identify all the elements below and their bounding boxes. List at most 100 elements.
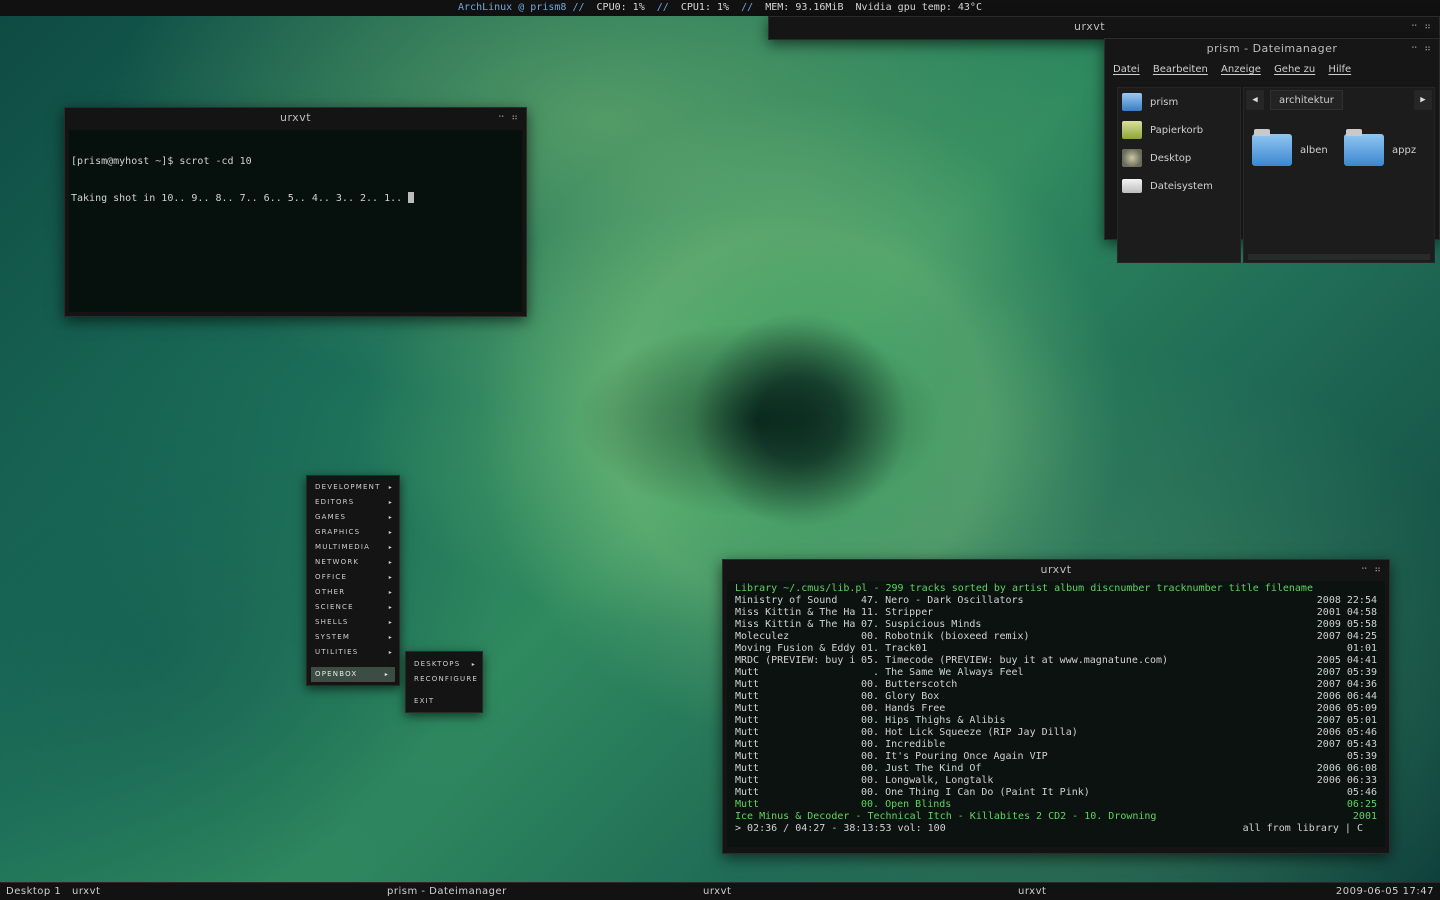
menu-item-exit[interactable]: EXIT — [406, 694, 482, 709]
menu-item-desktops[interactable]: DESKTOPS ▸ — [406, 657, 482, 672]
table-row[interactable]: Mutt 00. Hips Thighs & Alibis 2007 05:01 — [735, 715, 1377, 727]
track-cell: 00. Open Blinds — [861, 799, 952, 810]
menu-item-other[interactable]: OTHER ▸ — [307, 585, 399, 600]
menu-item-graphics[interactable]: GRAPHICS ▸ — [307, 525, 399, 540]
menu-item-reconfigure[interactable]: RECONFIGURE — [406, 672, 482, 687]
menu-item-development[interactable]: DEVELOPMENT ▸ — [307, 480, 399, 495]
menu-item-system[interactable]: SYSTEM ▸ — [307, 630, 399, 645]
table-row[interactable]: Miss Kittin & The Ha 11. Stripper 2001 04:… — [735, 607, 1377, 619]
track-cell: . The Same We Always Feel — [861, 667, 1024, 678]
window-buttons[interactable]: ⠒ ⠶ — [1411, 17, 1433, 37]
table-row[interactable]: Moving Fusion & Eddy 01. Track01 01:01 — [735, 643, 1377, 655]
table-row[interactable]: Mutt 00. One Thing I Can Do (Paint It Pin… — [735, 787, 1377, 799]
window-titlebar[interactable]: urxvt ⠒ ⠶ — [723, 560, 1389, 580]
table-row[interactable]: MRDC (PREVIEW: buy i 05. Timecode (PREVIE… — [735, 655, 1377, 667]
cmus-library-view[interactable]: Library ~/.cmus/lib.pl - 299 tracks sort… — [727, 581, 1385, 847]
window-buttons[interactable]: ⠒ ⠶ — [498, 108, 520, 128]
menu-bar: Datei Bearbeiten Anzeige Gehe zu Hilfe — [1105, 59, 1439, 81]
forward-button[interactable]: ▶ — [1414, 90, 1432, 110]
desktop-indicator[interactable]: Desktop 1 — [6, 883, 61, 900]
table-row[interactable]: Mutt 00. Hands Free 2006 05:09 — [735, 703, 1377, 715]
place-label: Dateisystem — [1150, 180, 1213, 192]
horizontal-scrollbar[interactable] — [1248, 254, 1430, 260]
openbox-root-menu: DEVELOPMENT ▸ EDITORS ▸ GAMES ▸ GRAPHICS ▸ M… — [306, 475, 400, 686]
gpu-value: 43°C — [957, 2, 982, 13]
track-cell: 11. Stripper — [861, 607, 934, 618]
menu-item-games[interactable]: GAMES ▸ — [307, 510, 399, 525]
table-row[interactable]: Mutt 00. Glory Box 2006 06:44 — [735, 691, 1377, 703]
table-row[interactable]: Mutt 00. Butterscotch 2007 04:36 — [735, 679, 1377, 691]
path-crumb-architektur[interactable]: architektur — [1270, 90, 1343, 110]
menu-item-label: OPENBOX — [315, 670, 358, 678]
artist-cell: Mutt — [735, 739, 760, 750]
task-button[interactable]: urxvt — [703, 883, 731, 900]
menu-item-label: SHELLS — [315, 618, 349, 626]
file-manager-window[interactable]: prism - Dateimanager ⠒ ⠶ Datei Bearbeite… — [1104, 38, 1440, 263]
terminal-window[interactable]: urxvt ⠒ ⠶ [prism@myhost ~]$ scrot -cd 10… — [64, 107, 527, 317]
menu-item-label: UTILITIES — [315, 648, 359, 656]
window-titlebar[interactable]: urxvt ⠒ ⠶ — [65, 108, 526, 128]
menu-anzeige[interactable]: Anzeige — [1221, 64, 1261, 75]
back-button[interactable]: ◀ — [1246, 90, 1264, 110]
place-desktop[interactable]: Desktop — [1118, 144, 1240, 172]
track-cell: 00. Hot Lick Squeeze (RIP Jay Dilla) — [861, 727, 1078, 738]
date-cell: 2007 04:36 — [1316, 679, 1377, 690]
window-titlebar[interactable]: prism - Dateimanager ⠒ ⠶ — [1105, 39, 1439, 59]
now-playing-track: Ice Minus & Decoder - Technical Itch - K… — [735, 811, 1157, 822]
folder-icon — [1252, 129, 1292, 166]
artist-cell: Mutt — [735, 703, 760, 714]
menu-bearbeiten[interactable]: Bearbeiten — [1153, 64, 1208, 75]
menu-item-label: EDITORS — [315, 498, 355, 506]
table-row[interactable]: Mutt 00. Just The Kind Of 2006 06:08 — [735, 763, 1377, 775]
clock: 2009-06-05 17:47 — [1335, 886, 1434, 897]
table-row[interactable]: Mutt . The Same We Always Feel 2007 05:39 — [735, 667, 1377, 679]
artist-cell: Mutt — [735, 799, 760, 810]
date-cell: 2008 22:54 — [1316, 595, 1377, 606]
chevron-right-icon: ▸ — [388, 604, 393, 611]
menu-item-label: SYSTEM — [315, 633, 351, 641]
chevron-right-icon: ▸ — [384, 671, 389, 678]
table-row[interactable]: Mutt 00. It's Pouring Once Again VIP 05:39 — [735, 751, 1377, 763]
task-button[interactable]: prism - Dateimanager — [387, 883, 507, 900]
task-button[interactable]: urxvt — [72, 883, 100, 900]
menu-item-office[interactable]: OFFICE ▸ — [307, 570, 399, 585]
track-list: Ministry of Sound 47. Nero - Dark Oscilla… — [735, 595, 1377, 811]
menu-item-label: MULTIMEDIA — [315, 543, 371, 551]
table-row[interactable]: Mutt 00. Incredible 2007 05:43 — [735, 739, 1377, 751]
menu-hilfe[interactable]: Hilfe — [1328, 64, 1351, 75]
menu-item-science[interactable]: SCIENCE ▸ — [307, 600, 399, 615]
menu-item-utilities[interactable]: UTILITIES ▸ — [307, 645, 399, 660]
table-row[interactable]: Miss Kittin & The Ha 07. Suspicious Minds… — [735, 619, 1377, 631]
table-row[interactable]: Mutt 00. Open Blinds 06:25 — [735, 799, 1377, 811]
artist-cell: Mutt — [735, 775, 760, 786]
menu-datei[interactable]: Datei — [1113, 64, 1140, 75]
track-cell: 00. Hips Thighs & Alibis — [861, 715, 1006, 726]
folder-item[interactable]: alben — [1252, 129, 1328, 166]
menu-item-editors[interactable]: EDITORS ▸ — [307, 495, 399, 510]
table-row[interactable]: Mutt 00. Hot Lick Squeeze (RIP Jay Dilla)… — [735, 727, 1377, 739]
window-titlebar[interactable]: urxvt ⠒ ⠶ — [769, 17, 1439, 37]
cmus-terminal-window[interactable]: urxvt ⠒ ⠶ Library ~/.cmus/lib.pl - 299 t… — [722, 559, 1390, 854]
chevron-right-icon: ▸ — [388, 544, 393, 551]
table-row[interactable]: Mutt 00. Longwalk, Longtalk 2006 06:33 — [735, 775, 1377, 787]
place-dateisystem[interactable]: Dateisystem — [1118, 172, 1240, 200]
window-buttons[interactable]: ⠒ ⠶ — [1361, 560, 1383, 580]
window-title: urxvt — [279, 111, 312, 124]
date-cell: 2006 05:09 — [1316, 703, 1377, 714]
artist-cell: Miss Kittin & The Ha — [735, 619, 856, 630]
table-row[interactable]: Moleculez 00. Robotnik (bioxeed remix) 200… — [735, 631, 1377, 643]
task-button[interactable]: urxvt — [1018, 883, 1046, 900]
menu-gehe-zu[interactable]: Gehe zu — [1274, 64, 1315, 75]
table-row[interactable]: Ministry of Sound 47. Nero - Dark Oscilla… — [735, 595, 1377, 607]
terminal-output[interactable]: [prism@myhost ~]$ scrot -cd 10 Taking sh… — [69, 130, 522, 312]
menu-item-shells[interactable]: SHELLS ▸ — [307, 615, 399, 630]
place-prism[interactable]: prism — [1118, 88, 1240, 116]
date-cell: 2006 06:44 — [1316, 691, 1377, 702]
menu-item-openbox[interactable]: OPENBOX ▸ — [311, 667, 395, 682]
window-buttons[interactable]: ⠒ ⠶ — [1411, 39, 1433, 59]
folder-item[interactable]: appz — [1344, 129, 1416, 166]
urxvt-window-background[interactable]: urxvt ⠒ ⠶ — [768, 16, 1440, 40]
menu-item-multimedia[interactable]: MULTIMEDIA ▸ — [307, 540, 399, 555]
place-papierkorb[interactable]: Papierkorb — [1118, 116, 1240, 144]
menu-item-network[interactable]: NETWORK ▸ — [307, 555, 399, 570]
